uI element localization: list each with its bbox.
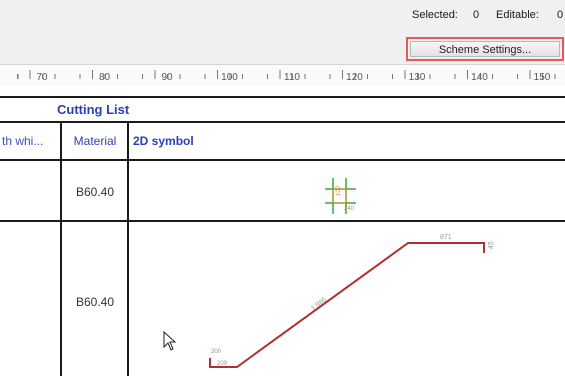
symbol-label: 871 <box>440 234 452 241</box>
ruler: 708090100110120130140150 <box>0 64 565 88</box>
editable-value: 0 <box>557 9 564 21</box>
profile-line <box>209 242 485 368</box>
symbol-label: 1 985 <box>310 296 328 312</box>
symbol-canvas: 100 240 871 45 1 985 300 209 <box>209 178 495 368</box>
scheme-settings-highlight: Scheme Settings... <box>406 37 564 61</box>
symbol-label: 300 <box>211 349 222 355</box>
symbol-label: 100 <box>336 185 342 196</box>
cutting-list-table: Cutting List th whi... Material 2D symbo… <box>0 86 565 376</box>
symbol-label: 240 <box>344 206 355 212</box>
toolbar: Selected: 0 Editable: 0 Scheme Settings.… <box>0 0 565 64</box>
mouse-pointer-icon <box>163 331 177 351</box>
selected-value: 0 <box>473 9 480 21</box>
selection-status: Selected: 0 Editable: 0 <box>405 9 565 25</box>
symbol-label: 209 <box>217 361 228 367</box>
cross-symbol: 100 240 <box>325 178 356 214</box>
selected-label: Selected: <box>412 9 458 21</box>
editable-label: Editable: <box>496 9 539 21</box>
ruler-ticks: 708090100110120130140150 <box>17 70 556 83</box>
scheme-settings-button[interactable]: Scheme Settings... <box>410 41 560 57</box>
profile-symbol: 871 45 1 985 300 209 <box>209 234 495 368</box>
symbol-label: 45 <box>488 241 495 249</box>
